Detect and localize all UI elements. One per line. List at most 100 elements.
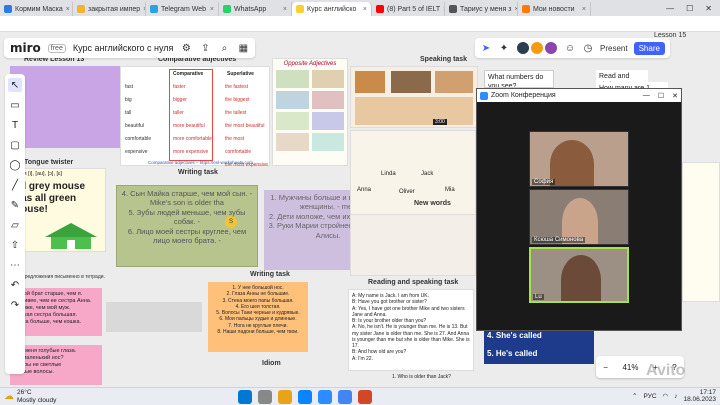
shapes-icon[interactable]: ▱ — [8, 218, 22, 232]
redo-icon[interactable]: ↷ — [8, 298, 22, 312]
chrome-icon[interactable] — [338, 390, 352, 404]
upload-icon[interactable]: ⇧ — [8, 238, 22, 252]
list-item: моложе, чем мой муж. — [13, 304, 71, 311]
reaction-icon[interactable]: ☺ — [564, 42, 576, 54]
tab-close-icon[interactable]: × — [66, 6, 70, 13]
worksheet-link[interactable]: Comparative adjectives – https://esl-wor… — [148, 160, 253, 165]
browser-tab[interactable]: Мои новости × — [518, 2, 591, 16]
avatar[interactable] — [516, 41, 530, 55]
weather-widget[interactable]: ☁ 26°C Mostly cloudy — [0, 389, 56, 403]
tab-favicon — [223, 5, 231, 13]
cursor-icon[interactable]: ➤ — [480, 42, 492, 54]
timer-badge: 3:00 — [433, 119, 447, 125]
select-tool-icon[interactable]: ↖ — [8, 78, 22, 92]
tab-favicon — [150, 5, 158, 13]
close-icon[interactable]: ✕ — [672, 92, 678, 100]
tab-favicon — [77, 5, 85, 13]
zoom-out-button[interactable]: − — [603, 363, 608, 372]
sticky-gray[interactable] — [106, 302, 202, 332]
share-button[interactable]: Share — [633, 41, 665, 55]
comparative-table-frame: Comparative Superlative fast big tall be… — [120, 66, 270, 168]
export-icon[interactable]: ⇪ — [199, 42, 211, 54]
family-cartoon: Anna Linda Jack Mia Oliver — [350, 130, 476, 226]
table-cell: tall — [125, 110, 132, 116]
maximize-icon[interactable]: ☐ — [686, 4, 693, 13]
frame-tool-icon[interactable]: ▭ — [8, 98, 22, 112]
browser-tab[interactable]: закрытая импер× — [73, 2, 146, 16]
time: 17:17 — [699, 389, 716, 396]
timer-icon[interactable]: ◷ — [582, 42, 594, 54]
chevron-up-icon[interactable]: ⌃ — [632, 392, 637, 400]
sticky-note-icon[interactable]: ▢ — [8, 138, 22, 152]
temperature: 26°C — [17, 389, 32, 397]
minimize-icon[interactable]: — — [666, 4, 674, 13]
browser-tab[interactable]: (8) Part 5 of IELT× — [372, 2, 445, 16]
tab-close-icon[interactable]: × — [363, 6, 367, 13]
maximize-icon[interactable]: ☐ — [658, 92, 664, 100]
office-icon[interactable] — [358, 390, 372, 404]
tab-close-icon[interactable]: × — [283, 6, 287, 13]
video-tile-active[interactable]: Lu — [529, 247, 629, 303]
explorer-icon[interactable] — [278, 390, 292, 404]
more-icon[interactable]: ⋯ — [8, 258, 22, 272]
reading-text: A: My name is Jack. I am from UK. B: Hav… — [348, 289, 474, 371]
what-numbers-card[interactable]: What numbers do you see? — [484, 70, 554, 88]
table-cell: expensive — [125, 149, 148, 155]
store-icon[interactable] — [298, 390, 312, 404]
language-indicator[interactable]: РУС — [644, 393, 657, 400]
frame-title-writing-2: Writing task — [250, 271, 290, 278]
search-icon[interactable] — [258, 390, 272, 404]
board-title[interactable]: Курс английского с нуля — [73, 43, 174, 53]
miro-toolbar: miro free Курс английского с нуля ⚙ ⇪ ⌕ … — [4, 38, 256, 58]
video-tile[interactable]: Ксюша Симонова — [529, 189, 629, 245]
window-controls: — ☐ ✕ — [658, 0, 720, 16]
tab-close-icon[interactable]: × — [210, 6, 214, 13]
address-bar-strip — [0, 16, 720, 32]
undo-icon[interactable]: ↶ — [8, 278, 22, 292]
list-item: 1. У меня голубые глаза. — [13, 348, 77, 354]
apps-icon[interactable]: ▦ — [237, 42, 249, 54]
search-icon[interactable]: ⌕ — [218, 42, 230, 54]
review-sticky[interactable] — [10, 66, 120, 148]
present-button[interactable]: Present — [600, 44, 628, 53]
clock[interactable]: 17:17 18.06.2023 — [683, 389, 716, 404]
table-header: Superlative — [227, 71, 254, 77]
browser-tab-active[interactable]: Курс английско × — [292, 2, 372, 16]
zoom-app-icon[interactable] — [318, 390, 332, 404]
table-cell: the most beautiful — [225, 123, 265, 129]
close-icon[interactable]: ✕ — [705, 4, 712, 13]
zoom-level[interactable]: 41% — [622, 363, 638, 372]
zoom-window[interactable]: Zoom Конференция — ☐ ✕ София Ксюша Симон… — [476, 88, 682, 331]
cartoon-name: Anna — [357, 187, 372, 193]
party-icon[interactable]: ✦ — [498, 42, 510, 54]
plan-badge: free — [47, 43, 66, 53]
tab-favicon — [449, 5, 457, 13]
avatar[interactable] — [544, 41, 558, 55]
tab-label: Telegram Web — [161, 5, 207, 13]
pen-tool-icon[interactable]: ✎ — [8, 198, 22, 212]
browser-tab[interactable]: WhatsApp × — [219, 2, 292, 16]
volume-icon[interactable]: ♪ — [674, 393, 677, 400]
opposite-adjectives-card: Opposite Adjectives — [272, 58, 348, 166]
cartoon-name: Mia — [445, 187, 455, 193]
avatar[interactable] — [530, 41, 544, 55]
video-tile[interactable]: София — [529, 131, 629, 187]
comment-icon[interactable]: ◯ — [8, 158, 22, 172]
wifi-icon[interactable]: ◠ — [663, 392, 669, 400]
settings-icon[interactable]: ⚙ — [180, 42, 192, 54]
start-icon[interactable] — [238, 390, 252, 404]
browser-tab[interactable]: Кормим Маска × — [0, 2, 73, 16]
table-cell: bigger — [173, 97, 187, 103]
sticky-orange[interactable]: 1. У нее большой нос. 2. Глаза Анны не б… — [208, 282, 308, 352]
text-tool-icon[interactable]: T — [8, 118, 22, 132]
miro-logo[interactable]: miro — [10, 41, 41, 55]
tab-close-icon[interactable]: × — [582, 6, 586, 13]
participant-name: Ксюша Симонова — [532, 237, 586, 243]
browser-tab[interactable]: Telegram Web × — [146, 2, 219, 16]
sticky-green[interactable]: 4. Сын Майка старше, чем мой сын. - Mike… — [116, 185, 258, 267]
list-item: его маленький нос? — [13, 354, 64, 361]
minimize-icon[interactable]: — — [643, 92, 650, 100]
zoom-title-bar[interactable]: Zoom Конференция — ☐ ✕ — [477, 89, 681, 102]
browser-tab[interactable]: Тариус у меня з× — [445, 2, 518, 16]
line-tool-icon[interactable]: ╱ — [8, 178, 22, 192]
